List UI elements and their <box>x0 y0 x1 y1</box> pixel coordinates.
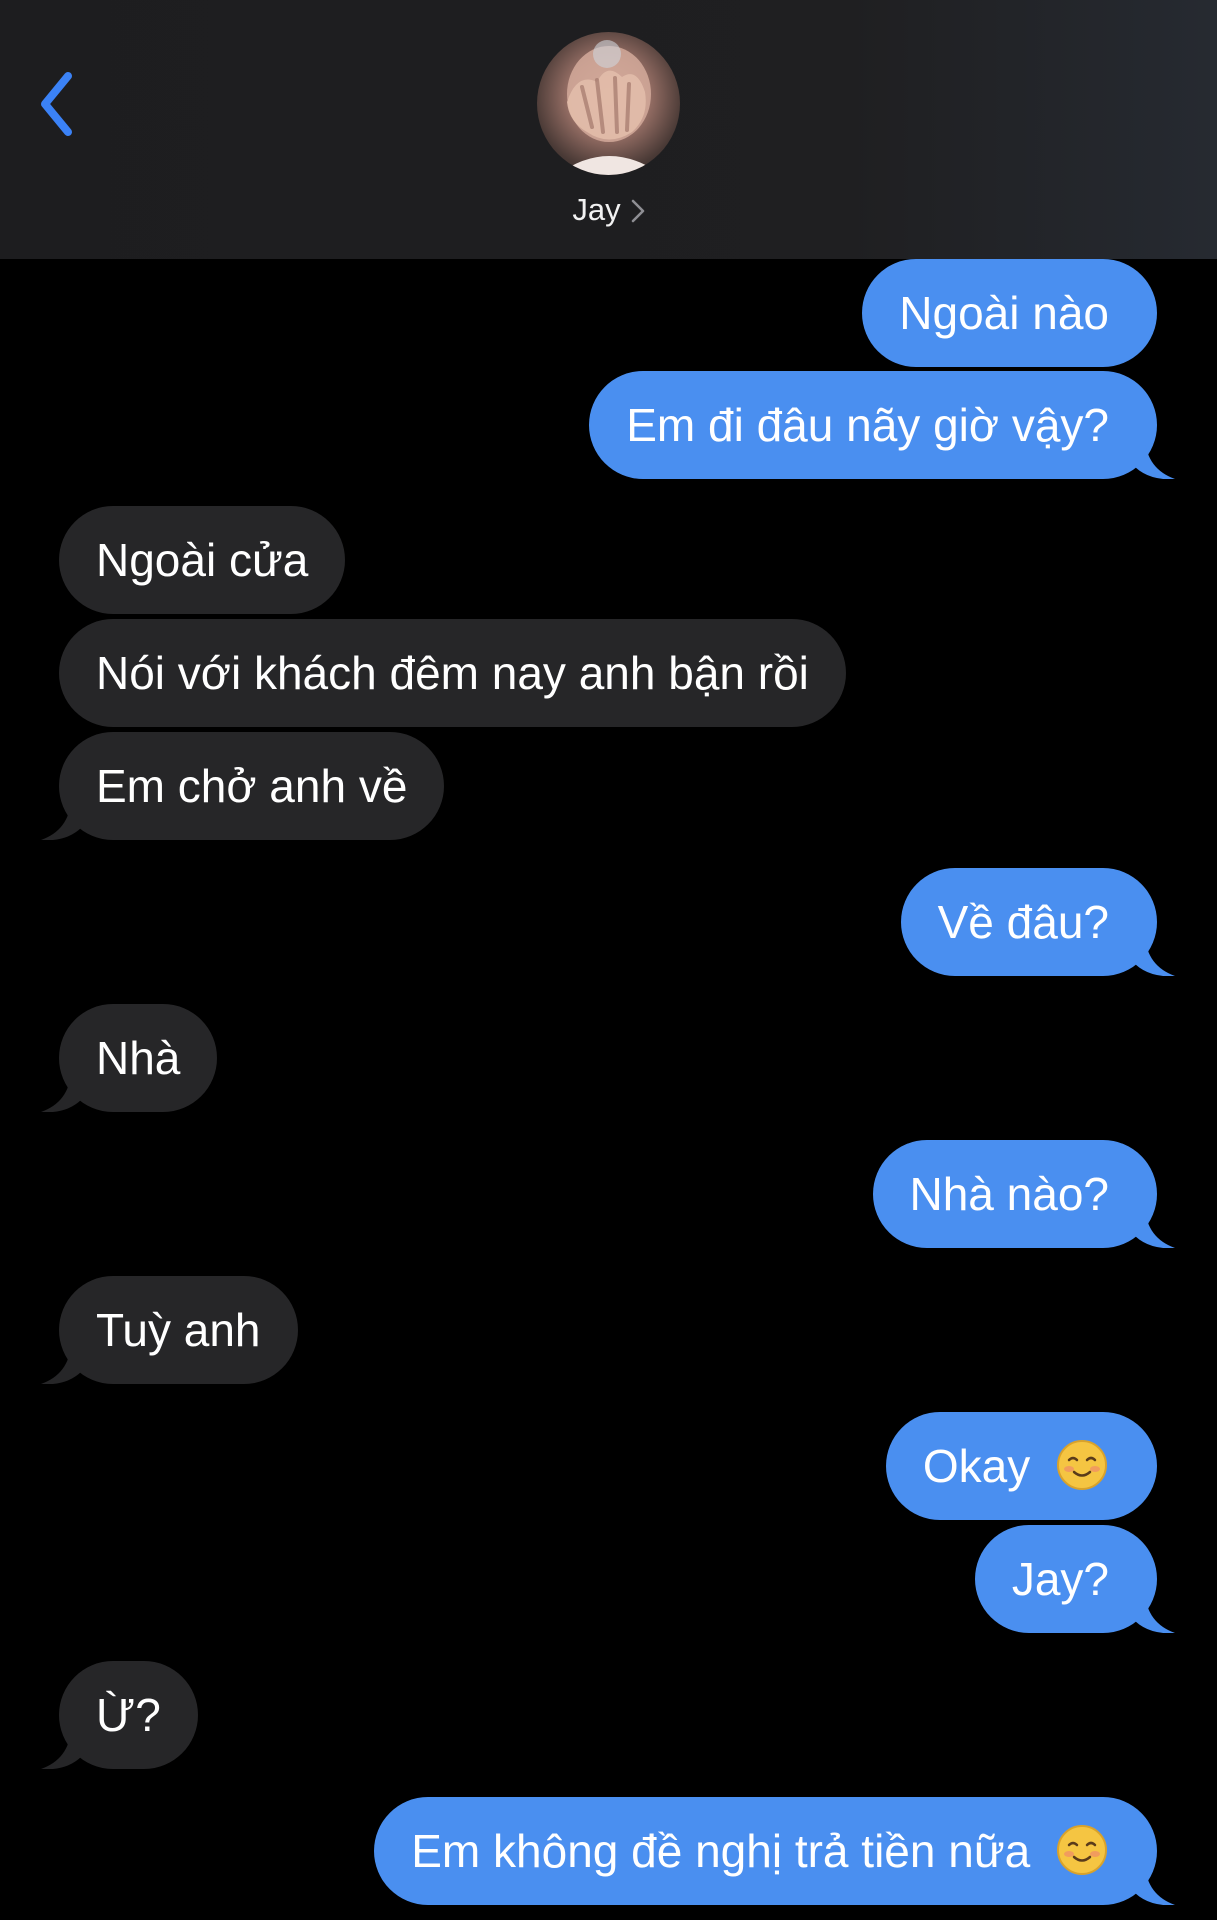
bubble-tail <box>1135 936 1175 976</box>
contact-name: Jay <box>572 192 621 227</box>
message-bubble-received[interactable]: Ngoài cửa <box>59 506 346 614</box>
message-bubble-received[interactable]: Nhà <box>41 1004 218 1112</box>
message-text: Ừ? <box>96 1689 161 1741</box>
bubble-tail <box>41 1072 81 1112</box>
bubble-tail <box>41 800 81 840</box>
message-bubble-sent[interactable]: Nhà nào? <box>872 1140 1175 1248</box>
message-text: Nhà <box>96 1032 181 1084</box>
bubble-tail <box>1135 1593 1175 1633</box>
message-text: Okay <box>922 1440 1031 1492</box>
conversation-header: Jay <box>0 0 1217 259</box>
bubble-tail <box>1135 1208 1175 1248</box>
message-bubble-sent[interactable]: Em không đề nghị trả tiền nữa <box>374 1797 1175 1905</box>
message-text: Về đâu? <box>937 896 1109 948</box>
chevron-left-icon <box>41 72 72 136</box>
message-bubble-received[interactable]: Em chở anh về <box>41 732 445 840</box>
message-text: Nhà nào? <box>909 1168 1110 1220</box>
message-text: Jay? <box>1011 1553 1109 1605</box>
message-bubble-sent[interactable]: Okay <box>885 1412 1157 1520</box>
smiling-face-icon <box>1057 1825 1107 1875</box>
bubble-tail <box>1135 1865 1175 1905</box>
bubble-tail <box>41 1344 81 1384</box>
avatar-photo-icon <box>557 40 662 175</box>
message-bubble-sent[interactable]: Ngoài nào <box>862 259 1157 367</box>
message-bubble-sent[interactable]: Jay? <box>974 1525 1175 1633</box>
message-text: Tuỳ anh <box>96 1304 261 1356</box>
chevron-right-icon <box>631 199 644 223</box>
message-text: Em chở anh về <box>96 760 408 812</box>
contact-avatar[interactable] <box>537 32 680 175</box>
message-bubble-received[interactable]: Tuỳ anh <box>41 1276 298 1384</box>
message-text: Em đi đâu nãy giờ vậy? <box>626 399 1109 451</box>
message-bubble-received[interactable]: Ừ? <box>41 1661 198 1769</box>
message-text: Ngoài cửa <box>96 534 309 586</box>
smiling-face-icon <box>1057 1440 1107 1490</box>
message-text: Em không đề nghị trả tiền nữa <box>411 1825 1031 1877</box>
contact-name-row[interactable]: Jay <box>0 192 1217 228</box>
bubble-tail <box>1135 439 1175 479</box>
message-bubble-sent[interactable]: Em đi đâu nãy giờ vậy? <box>589 371 1175 479</box>
message-text: Ngoài nào <box>899 287 1109 339</box>
message-text: Nói với khách đêm nay anh bận rồi <box>96 647 809 699</box>
message-bubble-sent[interactable]: Về đâu? <box>900 868 1175 976</box>
message-bubble-received[interactable]: Nói với khách đêm nay anh bận rồi <box>59 619 846 727</box>
back-button[interactable] <box>38 66 98 146</box>
bubble-tail <box>41 1729 81 1769</box>
